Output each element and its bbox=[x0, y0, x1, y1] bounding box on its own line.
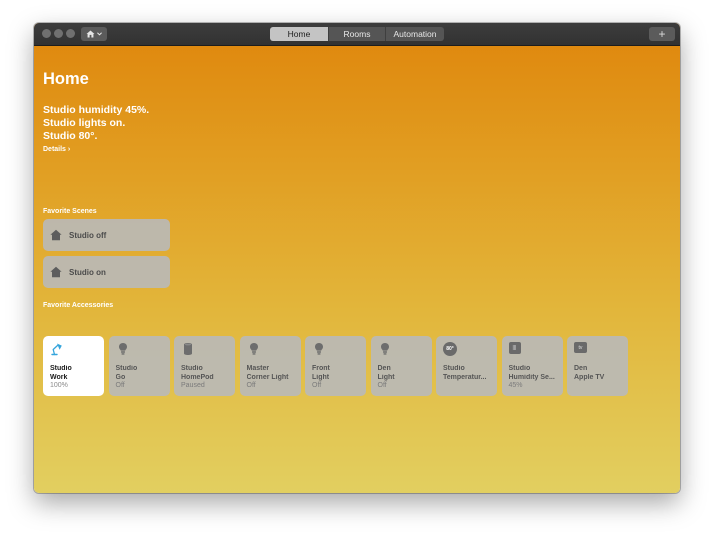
house-icon bbox=[50, 266, 62, 278]
accessory-name: Humidity Se... bbox=[508, 373, 555, 381]
accessory-state: Paused bbox=[181, 382, 205, 389]
accessory-name: Temperatur... bbox=[443, 373, 487, 381]
apple-tv-icon: tv bbox=[574, 342, 587, 353]
accessory-tile-studio-temperature[interactable]: 80° Studio Temperatur... bbox=[436, 336, 497, 396]
accessory-tile-front-light[interactable]: Front Light Off bbox=[305, 336, 366, 396]
accessory-room: Den bbox=[574, 365, 588, 372]
accessory-state: Off bbox=[312, 382, 322, 389]
accessory-state: 100% bbox=[50, 382, 68, 389]
tab-automation[interactable]: Automation bbox=[385, 27, 444, 41]
lightbulb-icon bbox=[249, 343, 258, 355]
lightbulb-icon bbox=[315, 343, 323, 355]
page-title: Home bbox=[43, 70, 89, 88]
accessory-name: Light bbox=[377, 373, 395, 381]
scene-label: Studio off bbox=[69, 230, 107, 240]
minimize-window-button[interactable] bbox=[54, 29, 63, 38]
accessory-tile-studio-go[interactable]: Studio Go Off bbox=[108, 336, 170, 396]
humidity-sensor-icon: ||| bbox=[508, 342, 521, 354]
lightbulb-icon bbox=[380, 343, 389, 355]
details-link[interactable]: Details › bbox=[43, 146, 70, 153]
status-line-temperature: Studio 80°. bbox=[43, 130, 98, 142]
desk-lamp-icon bbox=[51, 343, 62, 356]
tab-home[interactable]: Home bbox=[270, 27, 328, 41]
tab-rooms[interactable]: Rooms bbox=[328, 27, 385, 41]
lightbulb-icon bbox=[118, 343, 127, 355]
chevron-down-icon bbox=[97, 32, 102, 36]
plus-icon: + bbox=[658, 27, 666, 41]
house-icon bbox=[50, 229, 62, 241]
accessory-name: Corner Light bbox=[246, 373, 289, 381]
accessory-room: Studio bbox=[50, 365, 72, 372]
accessory-tile-master-corner-light[interactable]: Master Corner Light Off bbox=[239, 336, 301, 396]
scene-studio-on[interactable]: Studio on bbox=[43, 256, 170, 288]
accessory-state: Off bbox=[246, 382, 256, 389]
accessory-state: 45% bbox=[508, 382, 523, 389]
view-segmented-control: Home Rooms Automation bbox=[270, 27, 444, 41]
accessory-room: Studio bbox=[443, 365, 465, 372]
accessory-tile-den-light[interactable]: Den Light Off bbox=[370, 336, 432, 396]
accessory-room: Studio bbox=[115, 365, 138, 372]
homepod-icon bbox=[184, 343, 192, 355]
favorite-scenes-header: Favorite Scenes bbox=[43, 208, 97, 215]
accessory-state: Off bbox=[377, 382, 387, 389]
accessory-room: Front bbox=[312, 365, 330, 372]
accessory-tile-den-apple-tv[interactable]: tv Den Apple TV bbox=[567, 336, 628, 396]
accessory-room: Studio bbox=[508, 365, 531, 372]
zoom-window-button[interactable] bbox=[66, 29, 75, 38]
title-bar: Home Rooms Automation + bbox=[34, 23, 680, 46]
accessory-tile-studio-work[interactable]: Studio Work 100% bbox=[43, 336, 104, 396]
scene-studio-off[interactable]: Studio off bbox=[43, 219, 170, 251]
home-content: Home Studio humidity 45%. Studio lights … bbox=[34, 46, 680, 493]
close-window-button[interactable] bbox=[42, 29, 51, 38]
accessory-tile-studio-humidity-sensor[interactable]: ||| Studio Humidity Se... 45% bbox=[501, 336, 563, 396]
thermometer-badge-icon: 80° bbox=[443, 342, 457, 356]
accessory-name: HomePod bbox=[181, 373, 214, 381]
accessory-name: Go bbox=[115, 373, 126, 381]
home-selector-button[interactable] bbox=[81, 27, 107, 41]
accessory-name: Apple TV bbox=[574, 373, 605, 381]
home-status-summary: Studio humidity 45%. Studio lights on. S… bbox=[43, 104, 149, 143]
add-button[interactable]: + bbox=[649, 27, 675, 41]
accessory-room: Master bbox=[246, 365, 270, 372]
accessory-name: Work bbox=[50, 373, 68, 381]
status-line-lights: Studio lights on. bbox=[43, 117, 126, 129]
accessory-room: Den bbox=[377, 365, 391, 372]
status-line-humidity: Studio humidity 45%. bbox=[43, 104, 150, 116]
accessory-room: Studio bbox=[181, 365, 203, 372]
home-app-window: Home Rooms Automation + Home Studio humi… bbox=[34, 23, 680, 493]
accessory-state: Off bbox=[115, 382, 125, 389]
accessory-name: Light bbox=[312, 373, 330, 381]
house-icon bbox=[86, 30, 95, 38]
favorite-accessories-header: Favorite Accessories bbox=[43, 302, 114, 309]
accessory-tile-studio-homepod[interactable]: Studio HomePod Paused bbox=[174, 336, 235, 396]
scene-label: Studio on bbox=[69, 267, 106, 277]
